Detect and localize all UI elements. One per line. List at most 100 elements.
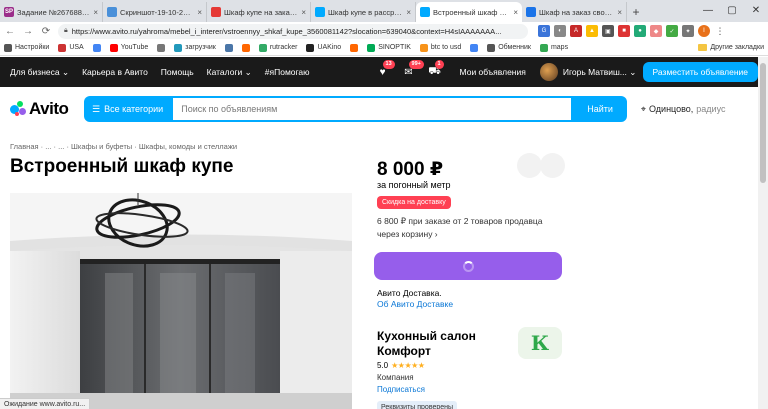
bookmark-item[interactable]: rutracker: [258, 43, 297, 52]
browser-tab[interactable]: Шкаф на заказ свое пр ×: [522, 2, 627, 22]
extension-icon[interactable]: G: [538, 25, 550, 37]
bookmark-icon: [109, 43, 118, 52]
seller-rating[interactable]: 5.0 ★★★★★: [377, 361, 425, 370]
listing-photo[interactable]: [10, 193, 352, 409]
bookmark-item[interactable]: Настройки: [4, 43, 50, 52]
bookmark-item[interactable]: maps: [539, 43, 568, 52]
verified-badge: Реквизиты проверены: [377, 401, 458, 409]
bookmark-icon: [174, 43, 183, 52]
browser-tab[interactable]: Встроенный шкаф купе ×: [416, 2, 522, 22]
bookmark-item[interactable]: YouTube: [109, 43, 148, 52]
url-field[interactable]: 🔒︎ https://www.avito.ru/yahroma/mebel_i_…: [58, 23, 528, 39]
new-tab-icon[interactable]: +: [627, 2, 645, 22]
wardrobe-image: [10, 193, 352, 409]
seller-name[interactable]: Кухонный салон Комфорт: [377, 329, 517, 359]
bookmark-item[interactable]: [350, 43, 359, 52]
tab-close-icon[interactable]: ×: [617, 8, 622, 17]
extension-icon[interactable]: ▲: [586, 25, 598, 37]
tab-close-icon[interactable]: ×: [197, 8, 202, 17]
bookmark-icon: [157, 43, 166, 52]
bookmark-icon: [58, 43, 67, 52]
cart-icon[interactable]: ⛟ 1: [428, 60, 444, 79]
scrollbar-thumb[interactable]: [760, 63, 766, 183]
bookmark-item[interactable]: [241, 43, 250, 52]
about-delivery-link[interactable]: Об Авито Доставке: [377, 299, 453, 309]
bookmark-icon: [470, 43, 479, 52]
close-window-icon[interactable]: ✕: [744, 0, 768, 20]
bookmark-item[interactable]: UAKino: [306, 43, 341, 52]
bulk-offer-link[interactable]: 6 800 ₽ при заказе от 2 товаров продавца…: [377, 215, 567, 241]
bookmark-item[interactable]: btc to usd: [419, 43, 462, 52]
tab-favicon-icon: [211, 7, 221, 17]
top-nav-ihelp[interactable]: #яПомогаю: [265, 67, 310, 78]
puzzle-icon[interactable]: ✦: [682, 25, 694, 37]
extension-icon[interactable]: ✓: [666, 25, 678, 37]
top-nav-help[interactable]: Помощь: [161, 67, 194, 78]
top-icons: ♥ 13 ✉ 99+ ⛟ 1: [376, 60, 444, 79]
bookmark-item[interactable]: SINOPTIK: [367, 43, 411, 52]
site-top-bar: Для бизнеса ⌄ Карьера в Авито Помощь Кат…: [0, 57, 768, 87]
breadcrumb[interactable]: Главная · ... · ... · Шкафы и буфеты · Ш…: [10, 142, 237, 151]
bookmark-item[interactable]: [470, 43, 479, 52]
post-ad-button[interactable]: Разместить объявление: [642, 62, 758, 82]
tab-close-icon[interactable]: ×: [93, 8, 98, 17]
extension-icon[interactable]: ◐: [554, 25, 566, 37]
gallery-controls: [517, 153, 565, 178]
extension-icon[interactable]: ■: [618, 25, 630, 37]
favorite-toggle[interactable]: [517, 153, 542, 178]
menu-icon[interactable]: ⋮: [714, 25, 726, 37]
extension-icon[interactable]: ▣: [602, 25, 614, 37]
messages-icon[interactable]: ✉ 99+: [402, 60, 424, 79]
url-text: https://www.avito.ru/yahroma/mebel_i_int…: [71, 26, 502, 36]
top-nav-business[interactable]: Для бизнеса ⌄: [10, 67, 69, 78]
tab-close-icon[interactable]: ×: [301, 8, 306, 17]
minimize-icon[interactable]: —: [696, 0, 720, 20]
location-selector[interactable]: ⌖ Одинцово, радиус: [641, 104, 726, 115]
search-input[interactable]: Поиск по объявлениям: [171, 96, 574, 122]
bookmark-item[interactable]: USA: [58, 43, 84, 52]
scrollbar[interactable]: [758, 57, 768, 409]
extension-icon[interactable]: A: [570, 25, 582, 37]
bookmark-item[interactable]: [224, 43, 233, 52]
forward-icon[interactable]: →: [22, 26, 34, 37]
browser-tab[interactable]: Шкаф купе на заказ - Ю×: [207, 2, 311, 22]
favorites-icon[interactable]: ♥ 13: [376, 60, 395, 79]
bookmark-item[interactable]: [157, 43, 166, 52]
browser-tab[interactable]: Шкаф купе в рассрочн ×: [311, 2, 416, 22]
subscribe-link[interactable]: Подписаться: [377, 385, 425, 394]
browser-tab[interactable]: Скриншот-19-10-2025 ×: [103, 2, 207, 22]
extension-icon[interactable]: ◆: [650, 25, 662, 37]
tab-close-icon[interactable]: ×: [406, 8, 411, 17]
extension-icon[interactable]: ●: [634, 25, 646, 37]
all-categories-button[interactable]: ☰ Все категории: [84, 96, 172, 122]
my-ads-link[interactable]: Мои объявления: [460, 67, 526, 77]
bookmark-label: SINOPTIK: [378, 44, 411, 51]
bookmark-item[interactable]: [92, 43, 101, 52]
seller-logo[interactable]: К: [518, 327, 562, 359]
user-menu[interactable]: Игорь Матвиш... ⌄: [563, 67, 637, 78]
rating-stars-icon: ★★★★★: [391, 361, 425, 370]
buy-with-delivery-button[interactable]: [374, 252, 562, 280]
top-nav-catalogs[interactable]: Каталоги ⌄: [207, 67, 252, 78]
share-toggle[interactable]: [540, 153, 565, 178]
avito-logo[interactable]: Avito: [10, 99, 84, 119]
bookmark-item[interactable]: Обменник: [487, 43, 531, 52]
tab-title: Скриншот-19-10-2025: [120, 7, 195, 17]
bookmark-item[interactable]: загрузчик: [174, 43, 216, 52]
other-bookmarks[interactable]: Другие закладки: [698, 44, 764, 51]
top-nav-career[interactable]: Карьера в Авито: [82, 67, 148, 78]
window-controls: — ▢ ✕: [696, 0, 768, 20]
profile-icon[interactable]: I: [698, 25, 710, 37]
find-button[interactable]: Найти: [573, 96, 627, 122]
maximize-icon[interactable]: ▢: [720, 0, 744, 20]
browser-tab[interactable]: SP Задание №2676889 - п ×: [0, 2, 103, 22]
tab-favicon-icon: [107, 7, 117, 17]
back-icon[interactable]: ←: [4, 26, 16, 37]
bookmark-label: btc to usd: [430, 44, 462, 51]
reload-icon[interactable]: ⟳: [40, 26, 52, 37]
tab-close-icon[interactable]: ×: [513, 8, 518, 17]
bookmark-label: Настройки: [15, 44, 50, 51]
avatar[interactable]: [539, 63, 558, 81]
bookmark-icon: [258, 43, 267, 52]
tab-title: Шкаф купе в рассрочн: [328, 7, 404, 17]
